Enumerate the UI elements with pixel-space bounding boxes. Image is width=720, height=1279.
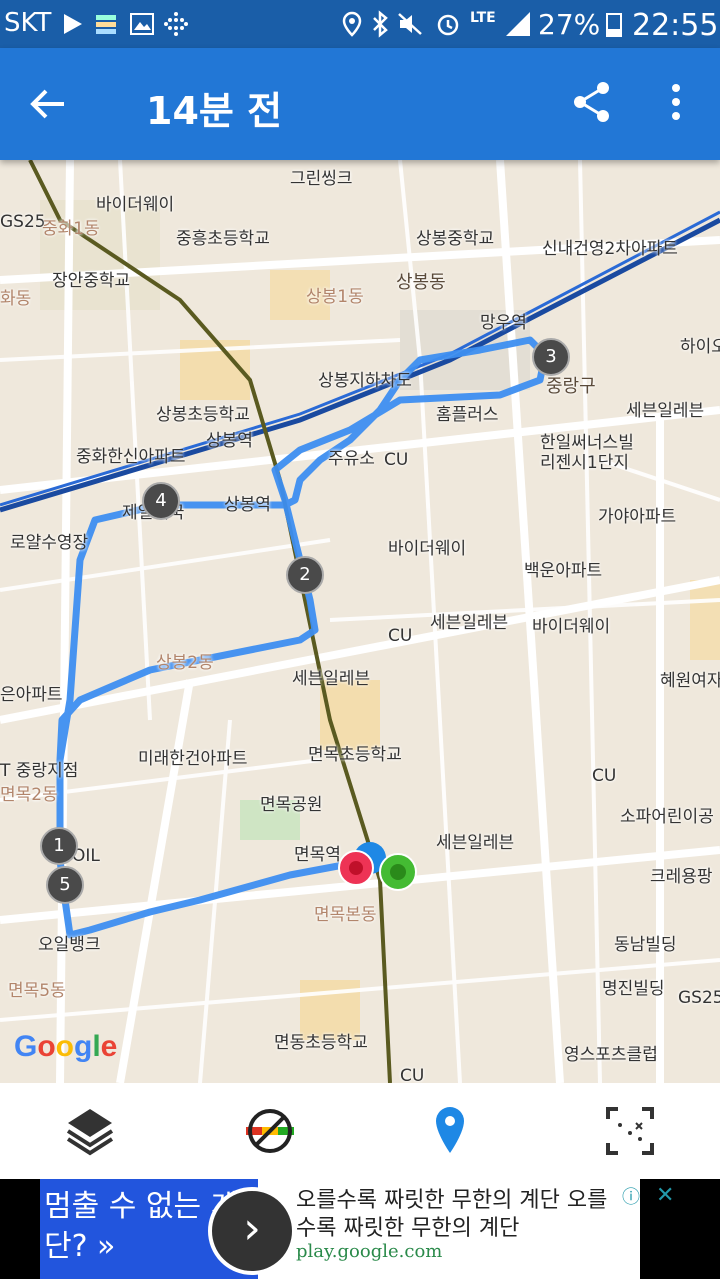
ad-content[interactable]: 오를수록 짜릿한 무한의 계단 오를수록 짜릿한 무한의 계단 play.goo… xyxy=(258,1179,674,1279)
poi-label: 세븐일레븐 xyxy=(430,613,509,633)
gallery-icon xyxy=(130,13,154,35)
ad-info-icon[interactable]: ⓘ xyxy=(622,1183,644,1208)
poi-label: 백운아파트 xyxy=(524,561,603,581)
back-arrow-icon[interactable] xyxy=(26,82,70,126)
poi-label: 상봉지하차도 xyxy=(318,371,412,391)
ad-banner[interactable]: 멈출 수 없는 계단? » 오를수록 짜릿한 무한의 계단 오를수록 짜릿한 무… xyxy=(0,1179,720,1279)
bottom-toolbar xyxy=(0,1083,720,1179)
poi-label: CU xyxy=(384,450,409,470)
poi-label: 중흥초등학교 xyxy=(176,229,270,249)
poi-label: 세븐일레븐 xyxy=(292,669,371,689)
battery-icon xyxy=(606,13,622,37)
poi-label: 미래한건아파트 xyxy=(138,749,248,769)
battery-percent: 27% xyxy=(538,8,601,41)
station-label: 상봉역 xyxy=(206,431,253,451)
signal-icon xyxy=(506,12,530,36)
layers-icon[interactable] xyxy=(62,1103,118,1159)
poi-label: CU xyxy=(400,1066,425,1083)
station-label: 망우역 xyxy=(480,313,527,333)
poi-label: 홈플러스 xyxy=(436,405,499,425)
poi-label: 크레용팡 xyxy=(650,867,713,887)
bluetooth-icon xyxy=(373,10,388,38)
poi-label: 영스포츠클럽 xyxy=(564,1045,658,1065)
route-marker[interactable]: 2 xyxy=(286,556,324,594)
poi-label: T 중랑지점 xyxy=(0,761,79,781)
poi-label: CU xyxy=(388,626,413,646)
district-label: 화동 xyxy=(0,289,32,309)
stack-icon xyxy=(96,15,116,34)
poi-label: 면동초등학교 xyxy=(274,1033,368,1053)
poi-label: 리젠시1단지 xyxy=(540,453,630,473)
dots-grid-icon xyxy=(164,12,188,36)
poi-label: 상봉중학교 xyxy=(416,229,495,249)
mute-icon xyxy=(398,13,422,35)
ad-close-icon[interactable]: ✕ xyxy=(656,1183,678,1208)
route-marker[interactable]: 4 xyxy=(142,482,180,520)
fullscreen-scan-icon[interactable] xyxy=(602,1103,658,1159)
ad-url[interactable]: play.google.com xyxy=(296,1241,442,1262)
poi-label: 로얄수영장 xyxy=(10,533,89,553)
play-icon xyxy=(64,14,82,34)
district-label: 상봉2동 xyxy=(156,653,214,673)
poi-label: 중화한신아파트 xyxy=(76,447,186,467)
route-marker[interactable]: 1 xyxy=(40,827,78,865)
location-pin-icon[interactable] xyxy=(422,1103,478,1159)
map-view[interactable]: 그린씽크 바이더웨이 GS25 중화1동 중흥초등학교 상봉중학교 신내건영2차… xyxy=(0,160,720,1083)
poi-label: 혜원여자 xyxy=(660,671,720,691)
poi-label: 바이더웨이 xyxy=(96,195,175,215)
station-label: 상봉역 xyxy=(224,495,271,515)
district-label: 면목본동 xyxy=(314,905,377,925)
poi-label: 은아파트 xyxy=(0,685,63,705)
traffic-icon[interactable] xyxy=(242,1103,298,1159)
poi-label: 세븐일레븐 xyxy=(626,401,705,421)
poi-label: 신내건영2차아파트 xyxy=(542,239,678,259)
poi-label: 바이더웨이 xyxy=(388,539,467,559)
poi-label: CU xyxy=(592,766,617,786)
status-bar: SKT LTE 27% 22:55 xyxy=(0,0,720,48)
district-label: 면목2동 xyxy=(0,785,58,805)
poi-label: 주유소 xyxy=(328,449,375,469)
poi-label: 세븐일레븐 xyxy=(436,833,515,853)
clock: 22:55 xyxy=(632,8,719,43)
route-marker[interactable]: 5 xyxy=(46,866,84,904)
district-label: 면목5동 xyxy=(8,981,66,1001)
poi-label: 소파어린이공 xyxy=(620,807,714,827)
district-label: 중랑구 xyxy=(546,376,596,397)
app-toolbar: 14분 전 xyxy=(0,48,720,160)
district-label: 중화1동 xyxy=(42,219,100,239)
poi-label: 면목공원 xyxy=(260,795,323,815)
poi-label: 동남빌딩 xyxy=(614,935,677,955)
poi-label: 오일뱅크 xyxy=(38,935,101,955)
poi-label: 하이오 xyxy=(680,337,720,357)
google-logo: Google xyxy=(14,1030,118,1063)
share-icon[interactable] xyxy=(570,80,614,124)
network-label: LTE xyxy=(470,10,496,26)
poi-label: 상봉초등학교 xyxy=(156,405,250,425)
district-label: 상봉1동 xyxy=(306,287,364,307)
poi-label: 장안중학교 xyxy=(52,271,131,291)
ad-arrow-icon[interactable]: › xyxy=(208,1187,296,1275)
carrier-label: SKT xyxy=(4,8,52,38)
page-title: 14분 전 xyxy=(146,89,283,133)
route-marker[interactable]: 3 xyxy=(532,338,570,376)
location-icon xyxy=(342,11,362,37)
poi-label: GS25 xyxy=(0,212,46,232)
ad-headline[interactable]: 오를수록 짜릿한 무한의 계단 오를수록 짜릿한 무한의 계단 xyxy=(296,1187,626,1243)
poi-label: 바이더웨이 xyxy=(532,617,611,637)
district-label: 상봉동 xyxy=(396,272,446,293)
poi-label: 면목초등학교 xyxy=(308,745,402,765)
alarm-icon xyxy=(437,14,459,36)
more-vert-icon[interactable] xyxy=(662,80,690,124)
poi-label: 가야아파트 xyxy=(598,507,677,527)
poi-label: 그린씽크 xyxy=(290,169,353,189)
poi-label: 명진빌딩 xyxy=(602,979,665,999)
route-endpoints xyxy=(338,842,417,891)
poi-label: GS25 xyxy=(678,988,720,1008)
